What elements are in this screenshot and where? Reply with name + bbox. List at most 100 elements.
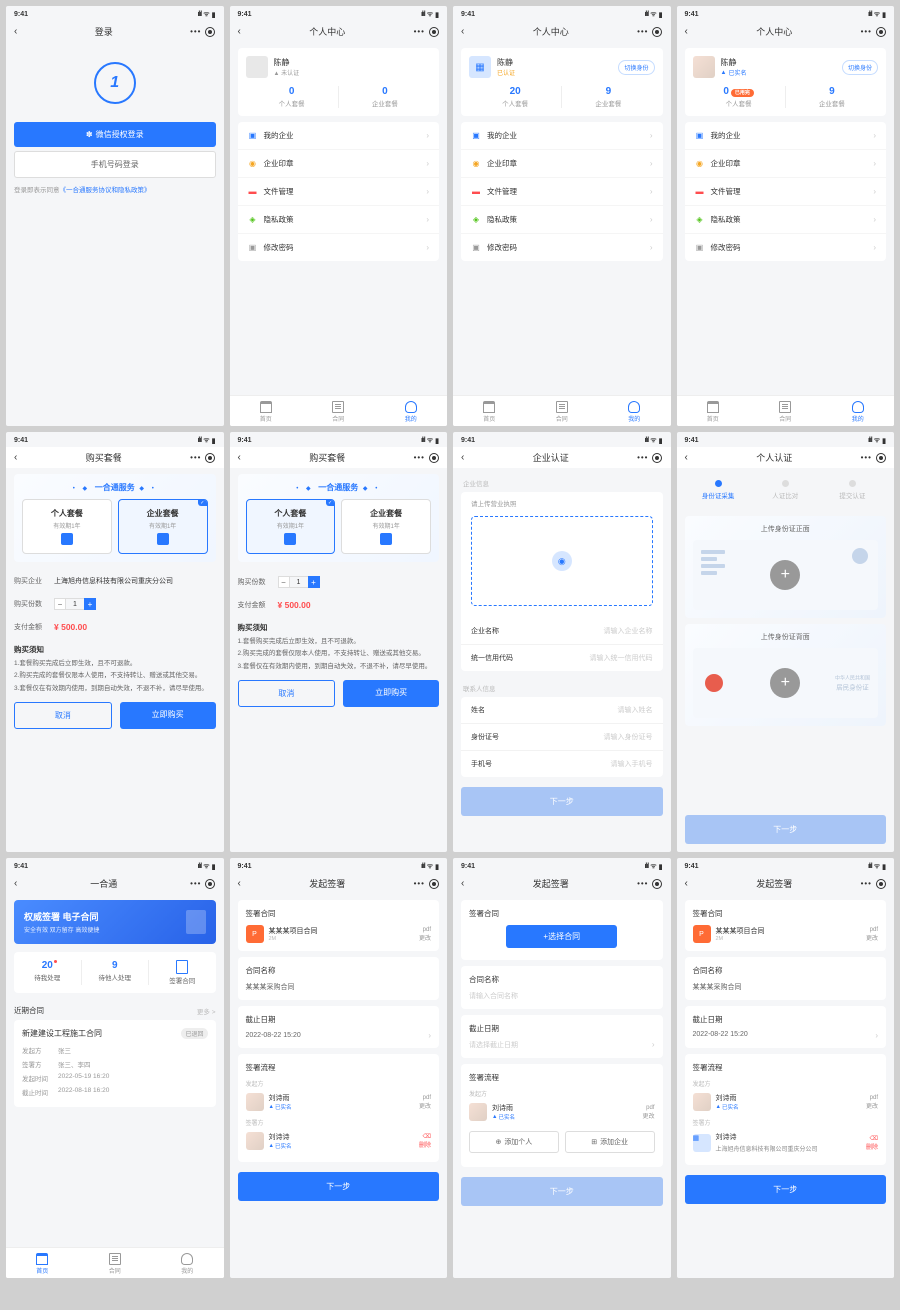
cancel-button[interactable]: 取消: [14, 702, 112, 729]
quantity-stepper[interactable]: −1+: [54, 598, 96, 610]
id-input[interactable]: 身份证号请输入身份证号: [461, 724, 663, 751]
next-button[interactable]: 下一步: [461, 1177, 663, 1206]
menu-seal[interactable]: ◉企业印章›: [461, 150, 663, 178]
menu-my-corp[interactable]: ▣我的企业›: [685, 122, 887, 150]
tab-home[interactable]: 首页: [453, 401, 526, 423]
back-icon[interactable]: ‹: [14, 26, 17, 37]
menu-privacy[interactable]: ◈隐私政策›: [685, 206, 887, 234]
avatar[interactable]: [693, 56, 715, 78]
more-link[interactable]: 更多 >: [197, 1006, 216, 1016]
delete-action[interactable]: ⌫删除: [866, 1135, 878, 1151]
menu-password[interactable]: ▣修改密码›: [685, 234, 887, 261]
change-action[interactable]: pdf更改: [419, 1095, 431, 1110]
corp-name-input[interactable]: 企业名称请输入企业名称: [461, 618, 663, 645]
menu-seal[interactable]: ◉企业印章›: [685, 150, 887, 178]
back-icon[interactable]: ‹: [238, 878, 241, 889]
contract-item[interactable]: 新建建设工程施工合同已退回 发起方张三 签署方张三、李四 发起时间2022-05…: [14, 1020, 216, 1107]
pkg-personal[interactable]: 个人套餐有效期1年: [246, 499, 336, 554]
switch-identity-button[interactable]: 切换身份: [618, 60, 654, 75]
tab-mine[interactable]: 我的: [598, 401, 671, 423]
menu-password[interactable]: ▣修改密码›: [461, 234, 663, 261]
back-icon[interactable]: ‹: [461, 26, 464, 37]
back-icon[interactable]: ‹: [238, 26, 241, 37]
file-item[interactable]: P某某某项目合同2Mpdf更改: [246, 925, 432, 943]
next-button[interactable]: 下一步: [238, 1172, 440, 1201]
upload-id-back[interactable]: 中华人民共和国居民身份证 +: [693, 648, 879, 718]
policy-link[interactable]: 《一合通服务协议和隐私政策》: [60, 187, 151, 194]
next-button[interactable]: 下一步: [685, 1175, 887, 1204]
next-button[interactable]: 下一步: [461, 787, 663, 816]
tab-mine[interactable]: 我的: [151, 1253, 224, 1275]
pkg-corp[interactable]: 企业套餐有效期1年: [118, 499, 208, 554]
back-icon[interactable]: ‹: [238, 452, 241, 463]
menu-files[interactable]: ▬文件管理›: [685, 178, 887, 206]
screen-purchase-corp: 9:41ılılᯤ▮ ‹购买套餐••• • ◆ 一合通服务 ◆ • 个人套餐有效…: [6, 432, 224, 852]
profile-sub: ▲ 未认证: [274, 68, 300, 77]
menu-my-corp[interactable]: ▣我的企业›: [238, 122, 440, 150]
pkg-corp[interactable]: 企业套餐有效期1年: [341, 499, 431, 554]
menu-files[interactable]: ▬文件管理›: [461, 178, 663, 206]
avatar[interactable]: [246, 56, 268, 78]
menu-icon[interactable]: •••: [190, 27, 201, 36]
qty-minus[interactable]: −: [54, 598, 66, 610]
add-person-button[interactable]: ⊕添加个人: [469, 1131, 559, 1153]
page-title: 个人中心: [533, 25, 569, 38]
back-icon[interactable]: ‹: [685, 878, 688, 889]
tab-home[interactable]: 首页: [677, 401, 750, 423]
signer-initiator[interactable]: 刘诗雨▲ 已实名pdf更改: [246, 1089, 432, 1115]
avatar[interactable]: ▦: [469, 56, 491, 78]
deadline-input[interactable]: 请选择截止日期: [469, 1040, 518, 1050]
menu-privacy[interactable]: ◈隐私政策›: [238, 206, 440, 234]
buy-button[interactable]: 立即购买: [120, 702, 216, 729]
buy-button[interactable]: 立即购买: [343, 680, 439, 707]
add-corp-button[interactable]: ⊞添加企业: [565, 1131, 655, 1153]
back-icon[interactable]: ‹: [685, 26, 688, 37]
personal-count[interactable]: 0个人套餐: [246, 86, 339, 108]
tab-contract[interactable]: 合同: [526, 401, 599, 423]
banner[interactable]: 权威签署 电子合同安全有效 双方留存 高效便捷: [14, 900, 216, 944]
header-actions[interactable]: •••: [190, 27, 215, 37]
next-button[interactable]: 下一步: [685, 815, 887, 844]
menu-privacy[interactable]: ◈隐私政策›: [461, 206, 663, 234]
menu-files[interactable]: ▬文件管理›: [238, 178, 440, 206]
corp-count[interactable]: 0企业套餐: [339, 86, 431, 108]
pkg-personal[interactable]: 个人套餐有效期1年: [22, 499, 112, 554]
tab-home[interactable]: 首页: [230, 401, 303, 423]
deadline-value[interactable]: 2022-08-22 15:20: [246, 1032, 301, 1039]
contract-name[interactable]: 某某某采购合同: [246, 982, 432, 992]
tab-contract[interactable]: 合同: [749, 401, 822, 423]
tab-home[interactable]: 首页: [6, 1253, 79, 1275]
tab-mine[interactable]: 我的: [822, 401, 895, 423]
cancel-button[interactable]: 取消: [238, 680, 336, 707]
contract-name-input[interactable]: 请输入合同名称: [469, 991, 655, 1001]
menu-password[interactable]: ▣修改密码›: [238, 234, 440, 261]
tab-mine[interactable]: 我的: [375, 401, 448, 423]
select-contract-button[interactable]: +选择合同: [506, 925, 617, 948]
switch-identity-button[interactable]: 切换身份: [842, 60, 878, 75]
back-icon[interactable]: ‹: [14, 452, 17, 463]
back-icon[interactable]: ‹: [685, 452, 688, 463]
back-icon[interactable]: ‹: [14, 878, 17, 889]
phone-login-button[interactable]: 手机号码登录: [14, 151, 216, 178]
file-change[interactable]: pdf更改: [419, 927, 431, 942]
upload-license[interactable]: ◉: [471, 516, 653, 606]
stat-pending-other[interactable]: 9待他人处理: [82, 960, 150, 985]
stat-pending-me[interactable]: 20待我处理: [14, 960, 82, 985]
upload-id-front[interactable]: +: [693, 540, 879, 610]
signer-initiator[interactable]: 刘诗雨▲ 已实名pdf更改: [469, 1099, 655, 1125]
back-icon[interactable]: ‹: [461, 452, 464, 463]
credit-code-input[interactable]: 统一信用代码请输入统一信用代码: [461, 645, 663, 671]
phone-input[interactable]: 手机号请输入手机号: [461, 751, 663, 777]
delete-action[interactable]: ⌫删除: [419, 1133, 431, 1149]
wechat-login-button[interactable]: ✽微信授权登录: [14, 122, 216, 147]
menu-seal[interactable]: ◉企业印章›: [238, 150, 440, 178]
tab-contract[interactable]: 合同: [79, 1253, 152, 1275]
signer-party[interactable]: 刘诗诗▲ 已实名⌫删除: [246, 1128, 432, 1154]
target-icon[interactable]: [205, 27, 215, 37]
stat-sign[interactable]: 签署合同: [149, 960, 216, 985]
back-icon[interactable]: ‹: [461, 878, 464, 889]
menu-my-corp[interactable]: ▣我的企业›: [461, 122, 663, 150]
qty-plus[interactable]: +: [84, 598, 96, 610]
tab-contract[interactable]: 合同: [302, 401, 375, 423]
name-input[interactable]: 姓名请输入姓名: [461, 697, 663, 724]
